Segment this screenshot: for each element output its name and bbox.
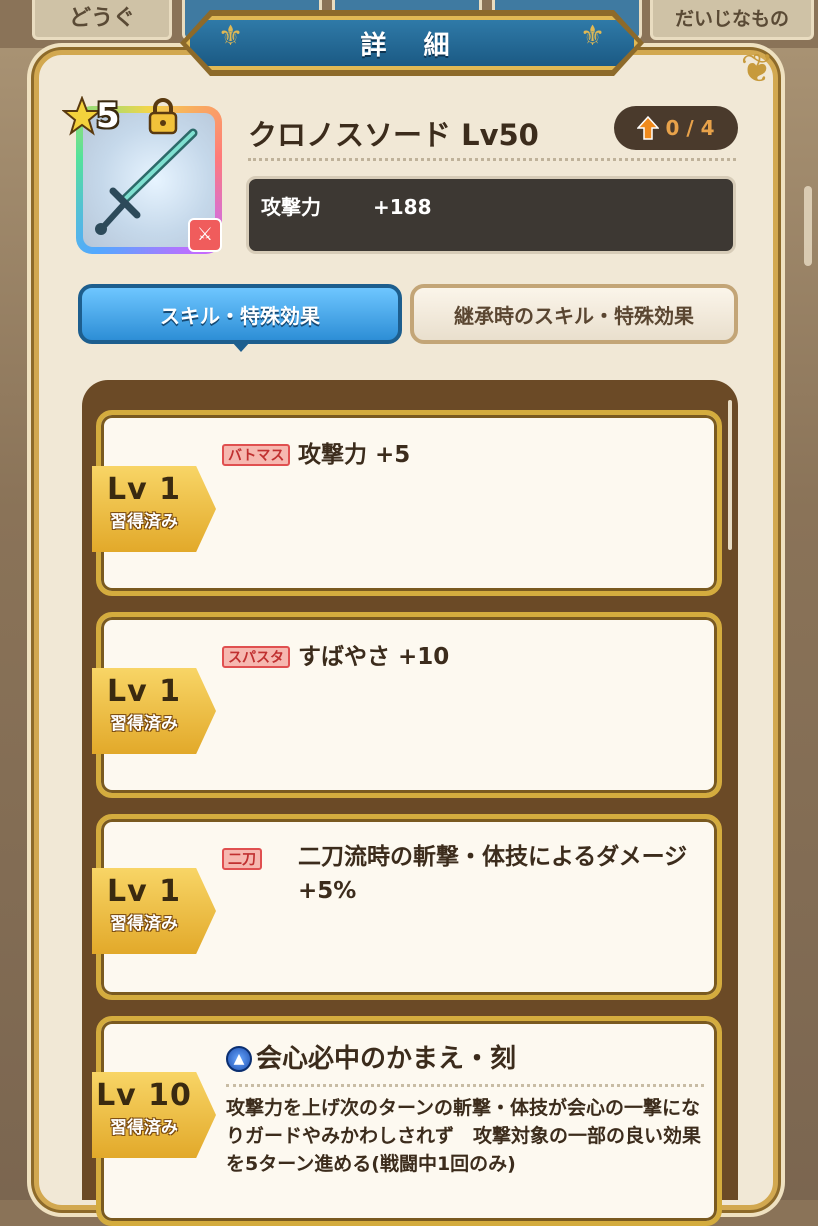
skill-description: 攻撃力を上げ次のターンの斬撃・体技が会心の一撃になりガードやみかわしされず 攻撃… [226, 1097, 702, 1175]
level-badge: Lv 1 習得済み [92, 868, 216, 954]
skill-tag: 二刀 [222, 848, 262, 870]
rarity-level: 5 [96, 96, 120, 136]
level-text: Lv 10 [96, 1078, 192, 1113]
upgrade-count: 0 / 4 [665, 116, 715, 140]
level-status: 習得済み [110, 914, 178, 934]
level-status: 習得済み [110, 714, 178, 734]
fleur-left-icon: ⚜ [218, 19, 244, 52]
corner-ornament-icon: ❦ [740, 46, 774, 92]
stat-label: 攻撃力 [261, 195, 321, 219]
tab-pointer [232, 342, 250, 352]
skill-effect: 二刀流時の斬撃・体技によるダメージ +5% [298, 844, 688, 904]
tab-inherited-skills[interactable]: 継承時のスキル・特殊効果 [410, 284, 738, 344]
dialog-title: 詳 細 [360, 30, 464, 61]
bg-tab-tools[interactable]: どうぐ [32, 0, 172, 40]
background-scrollbar [804, 186, 812, 266]
level-text: Lv 1 [107, 674, 181, 709]
title-banner: 詳 細 [186, 16, 638, 70]
stat-value: +188 [373, 195, 432, 219]
level-status: 習得済み [110, 512, 178, 532]
bg-tab-key-items[interactable]: だいじなもの [650, 0, 814, 40]
tab-skills-effects[interactable]: スキル・特殊効果 [78, 284, 402, 344]
lock-icon[interactable] [146, 98, 180, 136]
skill-list-scrollbar[interactable] [728, 400, 732, 550]
weapon-type-sword-icon: ⚔ [188, 218, 222, 252]
skill-effect: すばやさ +10 [298, 644, 450, 670]
level-text: Lv 1 [107, 472, 181, 507]
level-badge: Lv 1 習得済み [92, 668, 216, 754]
name-divider [248, 158, 736, 161]
level-badge: Lv 1 習得済み [92, 466, 216, 552]
skill-tag: バトマス [222, 444, 291, 466]
level-status: 習得済み [110, 1118, 178, 1138]
skill-divider [226, 1084, 704, 1087]
fleur-right-icon: ⚜ [580, 19, 606, 52]
upgrade-arrow-icon [637, 116, 660, 140]
skill-effect: 攻撃力 +5 [298, 442, 411, 468]
stats-box: 攻撃力 +188 [246, 176, 736, 254]
skill-tag: スパスタ [222, 646, 290, 668]
level-badge: Lv 10 習得済み [92, 1072, 216, 1158]
item-name: クロノスソード Lv50 [248, 118, 539, 152]
skill-type-icon: ▲ [226, 1046, 252, 1072]
skill-name: 会心必中のかまえ・刻 [256, 1044, 517, 1074]
upgrade-counter: 0 / 4 [614, 106, 738, 150]
level-text: Lv 1 [107, 874, 181, 909]
